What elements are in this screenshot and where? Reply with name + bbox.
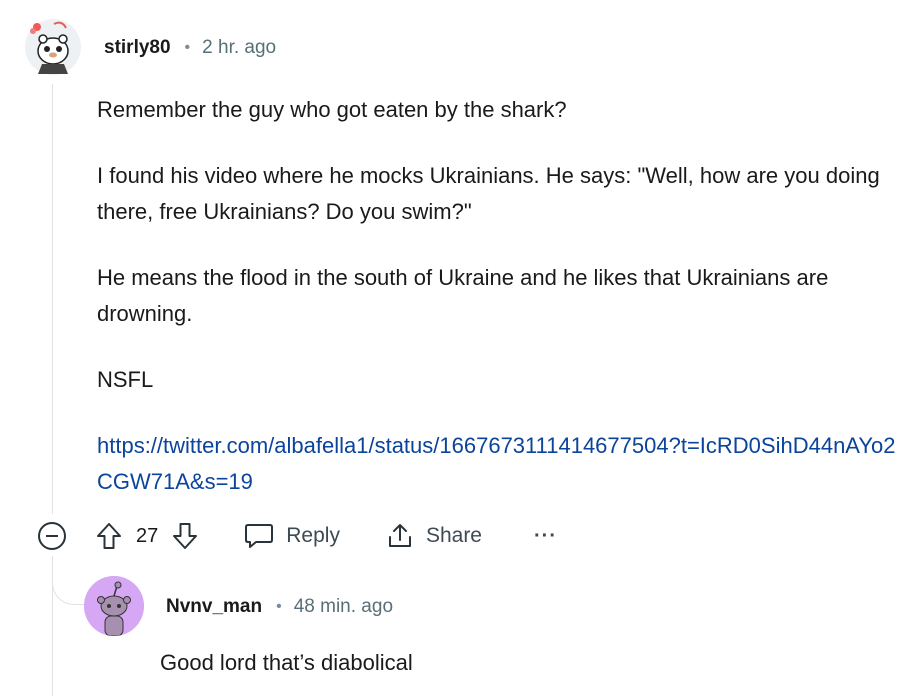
reply-timestamp[interactable]: 48 min. ago (294, 596, 393, 618)
collapse-icon[interactable] (38, 522, 66, 550)
meta-separator: • (276, 598, 282, 615)
comment-paragraph: Remember the guy who got eaten by the sh… (97, 97, 567, 122)
comment-author[interactable]: stirly80 (104, 37, 171, 59)
comment-body: Remember the guy who got eaten by the sh… (97, 92, 897, 500)
reply-author[interactable]: Nvnv_man (166, 596, 262, 618)
comment-timestamp[interactable]: 2 hr. ago (202, 37, 276, 59)
comment-paragraph: I found his video where he mocks Ukraini… (97, 163, 880, 224)
share-label: Share (425, 524, 482, 547)
vote-group: 27 (96, 522, 198, 550)
user-avatar[interactable] (24, 18, 82, 76)
thread-line[interactable] (52, 84, 53, 514)
comment-paragraph: He means the flood in the south of Ukrai… (97, 265, 829, 326)
reply-user-avatar[interactable] (84, 576, 144, 636)
share-icon (388, 524, 411, 547)
comment-paragraph: NSFL (97, 367, 154, 392)
snoo-avatar-icon (84, 576, 144, 636)
reply-label: Reply (286, 524, 340, 547)
snoo-avatar-icon (25, 19, 81, 75)
more-icon[interactable]: ··· (534, 525, 557, 548)
reply-button[interactable]: Reply (244, 522, 340, 550)
share-button[interactable]: Share (386, 522, 482, 550)
comment-icon (245, 524, 274, 548)
reply-body: Good lord that’s diabolical (160, 650, 413, 675)
vote-score: 27 (136, 524, 159, 547)
downvote-icon[interactable] (172, 522, 198, 550)
comment-actions: 27 Reply Share ··· (38, 514, 557, 558)
meta-separator: • (184, 39, 191, 56)
comment-meta: stirly80 • 2 hr. ago (104, 36, 276, 60)
upvote-icon[interactable] (96, 522, 122, 550)
comment-link[interactable]: https://twitter.com/albafella1/status/16… (97, 433, 895, 494)
reply-meta: Nvnv_man • 48 min. ago (166, 595, 393, 619)
